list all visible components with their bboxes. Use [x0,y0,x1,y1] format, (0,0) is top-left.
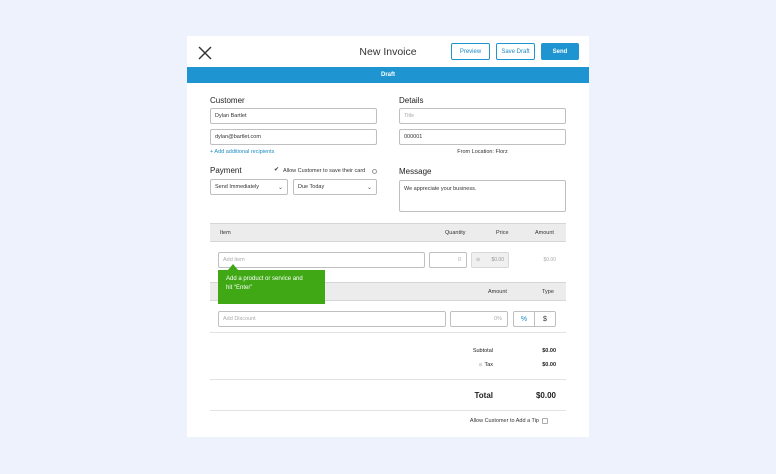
invoice-card: New Invoice Preview Save Draft Send Draf… [187,36,589,437]
allow-save-card-checkbox[interactable]: ✔ [274,167,280,173]
add-recipients-link[interactable]: + Add additional recipients [210,149,274,155]
add-discount-field[interactable]: Add Discount [218,311,446,327]
send-timing-value: Send Immediately [215,184,260,190]
chevron-down-icon: ⌄ [366,184,372,191]
details-heading: Details [399,96,424,105]
column-header-amount: Amount [535,230,554,236]
add-item-field[interactable]: Add item [218,252,425,268]
payment-heading: Payment [210,166,242,175]
column-header-item: Item [220,230,231,236]
tooltip-line-2: hit “Enter” [226,285,253,291]
allow-tip-checkbox[interactable] [542,418,548,424]
due-date-select[interactable]: Due Today ⌄ [293,179,377,195]
save-draft-button[interactable]: Save Draft [496,43,535,60]
percent-toggle[interactable]: % [513,311,535,327]
tax-value: $0.00 [542,362,556,368]
customer-email-field[interactable]: dylan@bartlet.com [210,129,377,145]
divider [210,410,566,411]
tax-label: Tax [484,362,493,368]
tooltip-line-1: Add a product or service and [226,276,303,282]
column-header-quantity: Quantity [445,230,466,236]
tax-row: ⊝ Tax [477,362,493,368]
info-icon[interactable] [372,169,377,174]
send-timing-select[interactable]: Send Immediately ⌄ [210,179,288,195]
quantity-field[interactable]: 0 [429,252,467,268]
customer-heading: Customer [210,96,245,105]
add-item-tooltip: Add a product or service and hit “Enter” [218,270,325,304]
total-label: Total [474,391,493,400]
subtotal-label: Subtotal [472,348,493,354]
price-value: $0.00 [491,257,504,263]
message-heading: Message [399,167,432,176]
status-bar: Draft [187,67,589,83]
subtotal-value: $0.00 [542,348,556,354]
from-location-text: From Location: Florz [457,149,508,155]
preview-button[interactable]: Preview [451,43,490,60]
divider [210,379,566,380]
column-header-discount-type: Type [542,289,554,295]
column-header-price: Price [496,230,509,236]
tax-icon[interactable]: ⊝ [479,362,483,368]
customer-name-field[interactable]: Dylan Bartlet [210,108,377,124]
items-table-header [210,223,566,242]
total-value: $0.00 [535,391,556,400]
due-date-value: Due Today [298,184,325,190]
allow-save-card-label: Allow Customer to save their card [283,168,366,174]
message-textarea[interactable]: We appreciate your business. [399,180,566,212]
chevron-down-icon: ⌄ [277,184,283,191]
invoice-number-field[interactable]: 000001 [399,129,566,145]
discount-amount-field[interactable]: 0% [450,311,508,327]
invoice-title-field[interactable]: Title [399,108,566,124]
dollar-toggle[interactable]: $ [534,311,556,327]
price-field[interactable]: ⊝ $0.00 [471,252,509,268]
item-amount-value: $0.00 [543,257,556,263]
price-icon: ⊝ [476,257,481,263]
column-header-discount-amount: Amount [488,289,507,295]
divider [210,332,566,333]
allow-tip-label: Allow Customer to Add a Tip [469,418,539,424]
send-button[interactable]: Send [541,43,579,60]
close-icon[interactable] [197,45,213,61]
